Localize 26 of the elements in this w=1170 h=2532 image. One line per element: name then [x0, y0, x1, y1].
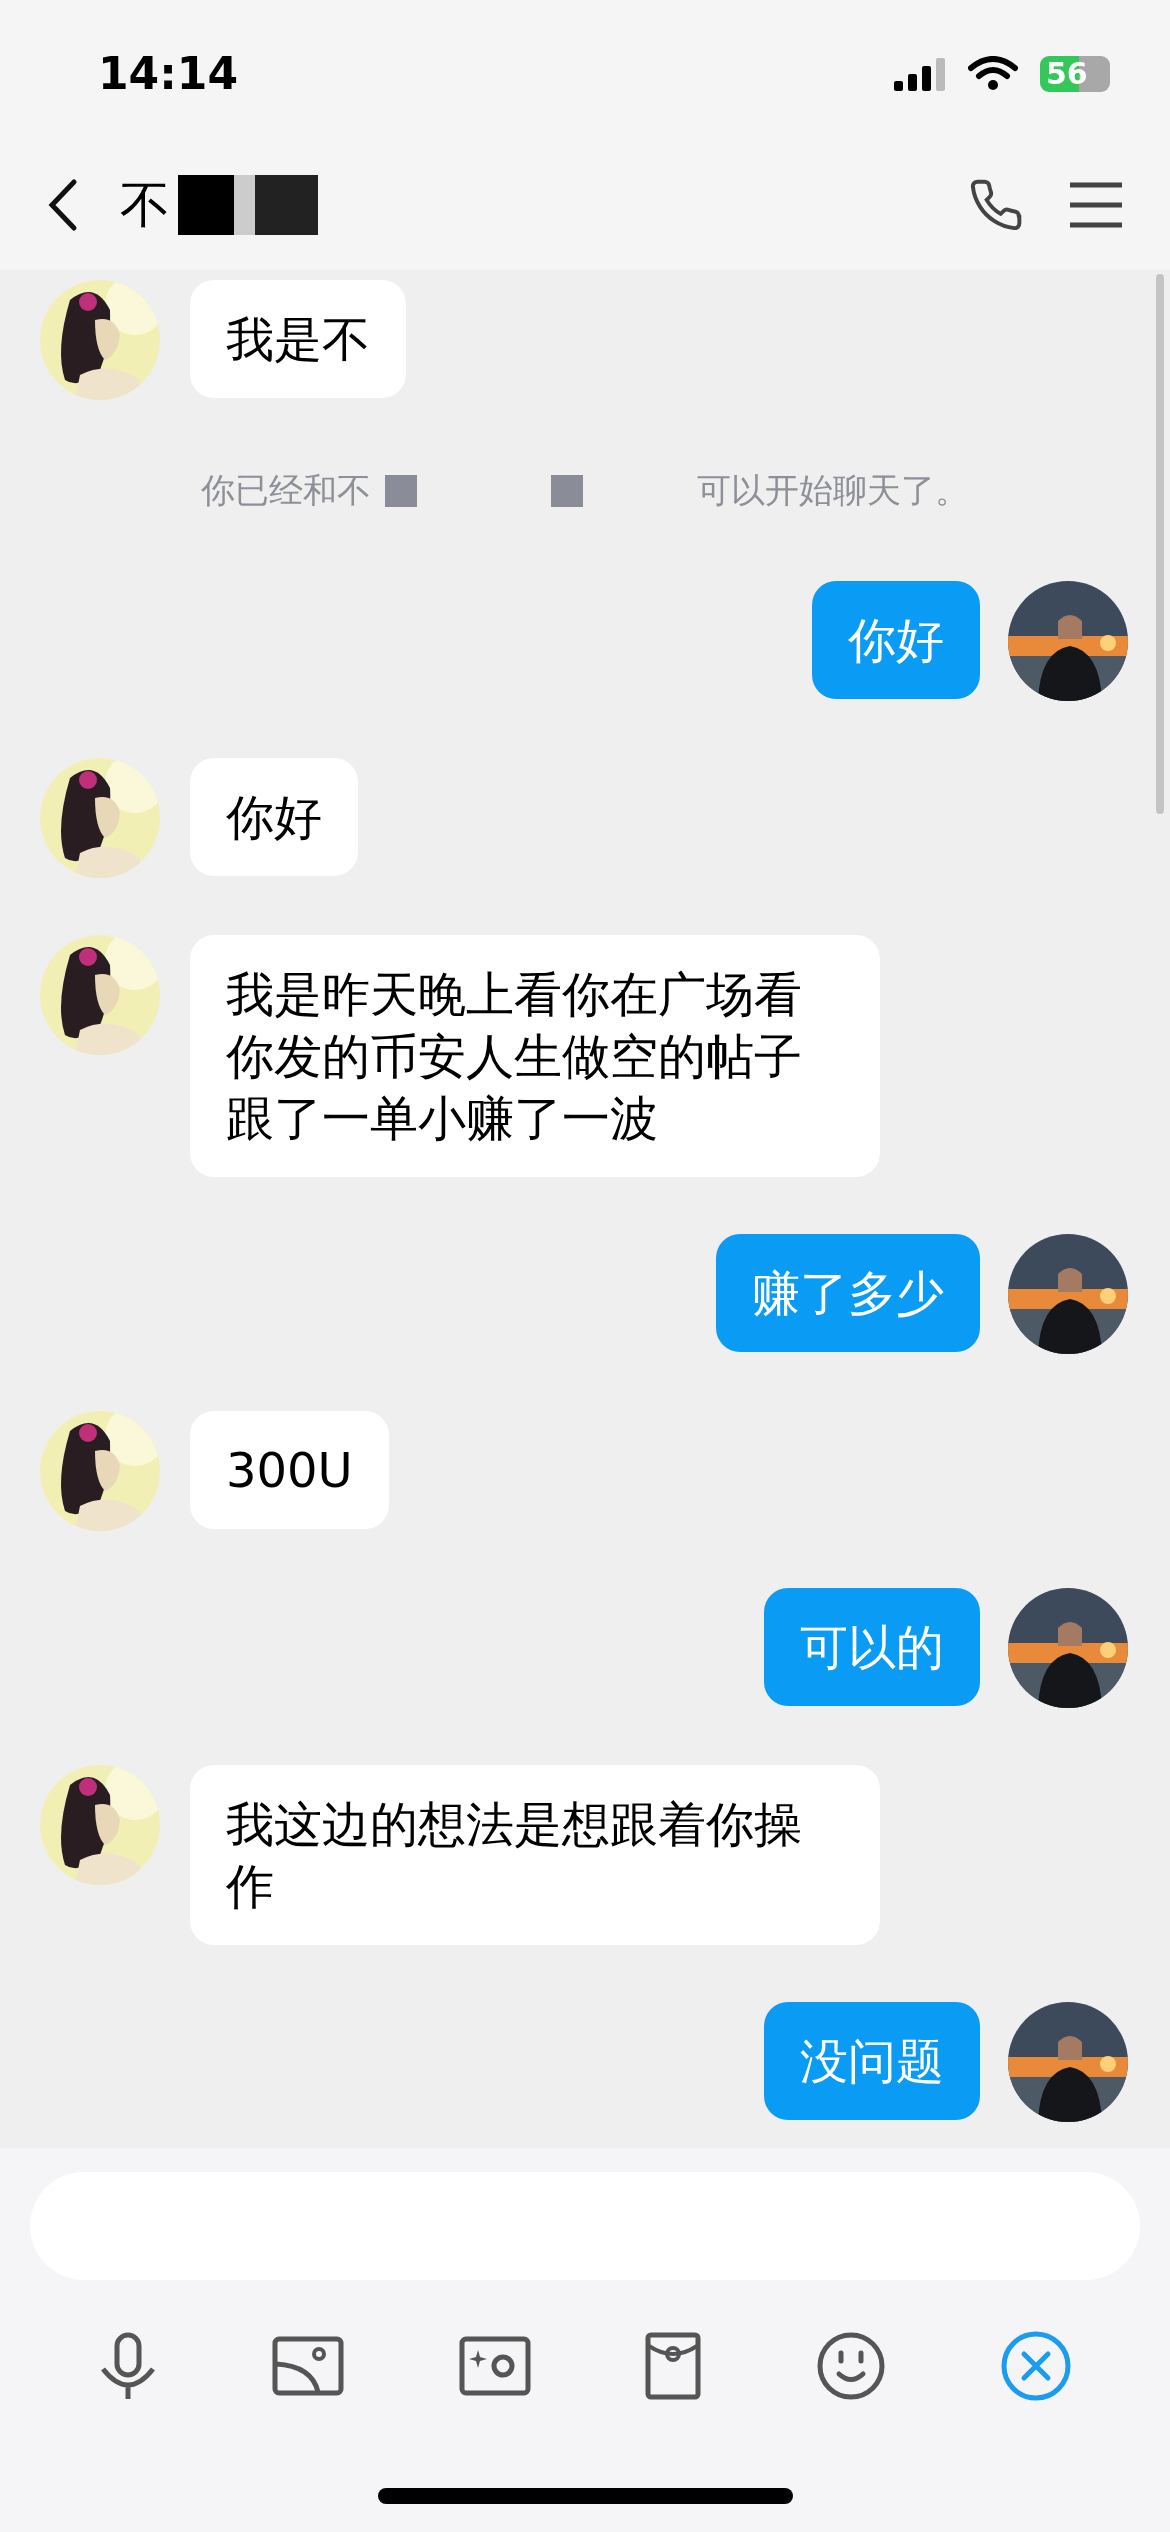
message-bubble: 你好: [812, 581, 980, 699]
message-bubble: 我是不: [190, 280, 406, 398]
image-icon[interactable]: [272, 2336, 345, 2396]
message-bubble: 你好: [190, 758, 358, 876]
menu-icon[interactable]: [1068, 181, 1124, 229]
phone-icon[interactable]: [968, 177, 1024, 233]
system-notice: 你已经和不: [201, 469, 371, 512]
message-bubble: 可以的: [764, 1588, 980, 1706]
contact-name: 不: [120, 174, 170, 236]
microphone-icon[interactable]: [98, 2331, 158, 2401]
message-bubble: 我是昨天晚上看你在广场看你发的币安人生做空的帖子跟了一单小赚了一波: [190, 935, 880, 1177]
status-time: 14:14: [98, 47, 239, 101]
message-bubble: 300U: [190, 1411, 389, 1529]
redaction-mark: [551, 474, 583, 507]
signal-icon: [894, 57, 946, 91]
wifi-icon: [968, 56, 1018, 92]
message-bubble: 没问题: [764, 2002, 980, 2120]
system-notice: 可以开始聊天了。: [697, 469, 969, 512]
back-icon[interactable]: [46, 178, 78, 232]
redaction-mark: [385, 474, 417, 507]
close-icon[interactable]: [999, 2330, 1072, 2402]
message-bubble: 我这边的想法是想跟着你操作: [190, 1765, 880, 1945]
camera-icon[interactable]: [458, 2336, 531, 2396]
message-bubble: 赚了多少: [716, 1234, 980, 1352]
emoji-icon[interactable]: [815, 2331, 886, 2401]
envelope-icon[interactable]: [645, 2332, 702, 2400]
